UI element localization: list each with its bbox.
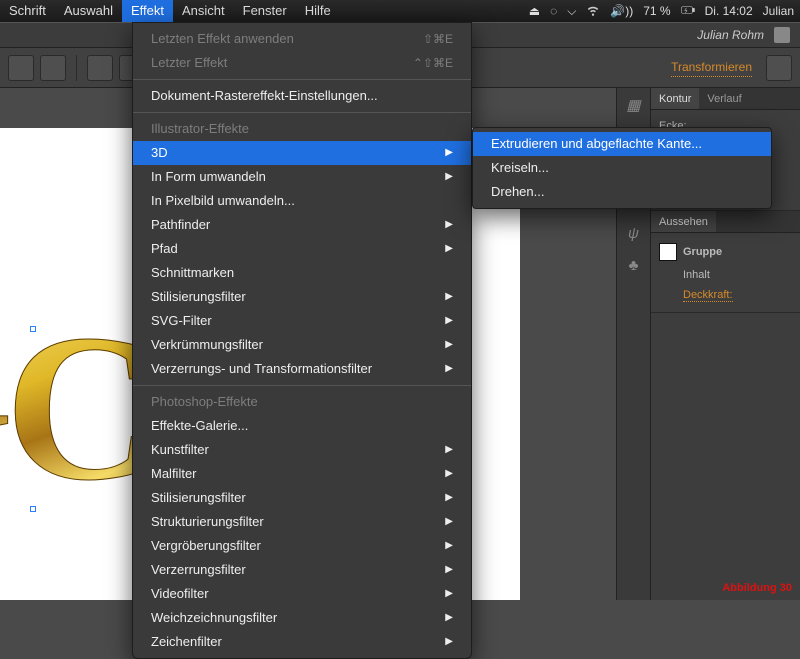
menu-item-weichzeichnungsfilter[interactable]: Weichzeichnungsfilter▶	[133, 606, 471, 630]
chevron-right-icon: ▶	[445, 288, 453, 306]
menubar-item-schrift[interactable]: Schrift	[0, 0, 55, 22]
effect-menu: Letzten Effekt anwenden⇧⌘E Letzter Effek…	[132, 22, 472, 659]
menu-item-verzerrungs-und-transformationsfilter[interactable]: Verzerrungs- und Transformationsfilter▶	[133, 357, 471, 381]
tool-button[interactable]	[766, 55, 792, 81]
menu-section-photoshop: Photoshop-Effekte	[133, 390, 471, 414]
content-label: Inhalt	[683, 269, 710, 281]
menu-section-illustrator: Illustrator-Effekte	[133, 117, 471, 141]
menu-last-effect: Letzter Effekt⌃⇧⌘E	[133, 51, 471, 75]
opacity-link[interactable]: Deckkraft:	[683, 289, 733, 302]
tool-button[interactable]	[40, 55, 66, 81]
menubar-item-fenster[interactable]: Fenster	[234, 0, 296, 22]
tab-stroke[interactable]: Kontur	[651, 88, 699, 109]
menu-item-strukturierungsfilter[interactable]: Strukturierungsfilter▶	[133, 510, 471, 534]
dropbox-icon: ⏏	[529, 4, 540, 18]
menu-item-pathfinder[interactable]: Pathfinder▶	[133, 213, 471, 237]
menu-item-videofilter[interactable]: Videofilter▶	[133, 582, 471, 606]
menubar-item-ansicht[interactable]: Ansicht	[173, 0, 234, 22]
user-name: Julian	[763, 4, 794, 18]
menu-apply-last: Letzten Effekt anwenden⇧⌘E	[133, 27, 471, 51]
menu-item-vergr-berungsfilter[interactable]: Vergröberungsfilter▶	[133, 534, 471, 558]
menu-item-stilisierungsfilter[interactable]: Stilisierungsfilter▶	[133, 285, 471, 309]
fill-swatch[interactable]	[659, 243, 677, 261]
swatches-icon[interactable]: ▦	[623, 94, 645, 116]
menu-item-zeichenfilter[interactable]: Zeichenfilter▶	[133, 630, 471, 654]
menubar-item-effekt[interactable]: Effekt	[122, 0, 173, 22]
submenu-item-extrudieren-und-abgeflachte-kante-[interactable]: Extrudieren und abgeflachte Kante...	[473, 132, 771, 156]
menu-item-kunstfilter[interactable]: Kunstfilter▶	[133, 438, 471, 462]
chevron-right-icon: ▶	[445, 561, 453, 579]
menu-item-svg-filter[interactable]: SVG-Filter▶	[133, 309, 471, 333]
menu-item-in-form-umwandeln[interactable]: In Form umwandeln▶	[133, 165, 471, 189]
menubar-item-hilfe[interactable]: Hilfe	[296, 0, 340, 22]
chevron-right-icon: ▶	[445, 168, 453, 186]
chevron-right-icon: ▶	[445, 336, 453, 354]
symbols-icon[interactable]: ♣	[623, 254, 645, 276]
clock: Di. 14:02	[705, 4, 753, 18]
tool-button[interactable]	[87, 55, 113, 81]
submenu-item-kreiseln-[interactable]: Kreiseln...	[473, 156, 771, 180]
links-icon[interactable]: ψ	[623, 222, 645, 244]
sync-icon: ◌	[550, 4, 557, 18]
avatar[interactable]	[774, 27, 790, 43]
battery-icon	[681, 3, 695, 20]
menu-item-3d[interactable]: 3D▶	[133, 141, 471, 165]
menu-item-verkr-mmungsfilter[interactable]: Verkrümmungsfilter▶	[133, 333, 471, 357]
chevron-right-icon: ▶	[445, 489, 453, 507]
menu-item-malfilter[interactable]: Malfilter▶	[133, 462, 471, 486]
mac-menubar: SchriftAuswahlEffektAnsichtFensterHilfe …	[0, 0, 800, 22]
tool-button[interactable]	[8, 55, 34, 81]
menu-item-stilisierungsfilter[interactable]: Stilisierungsfilter▶	[133, 486, 471, 510]
chevron-right-icon: ▶	[445, 216, 453, 234]
tab-appearance[interactable]: Aussehen	[651, 211, 716, 232]
volume-icon: 🔊))	[610, 4, 633, 18]
battery-percent: 71 %	[643, 4, 670, 18]
menu-item-in-pixelbild-umwandeln-[interactable]: In Pixelbild umwandeln...	[133, 189, 471, 213]
signed-in-user[interactable]: Julian Rohm	[697, 28, 764, 42]
menubar-item-auswahl[interactable]: Auswahl	[55, 0, 122, 22]
effect-3d-submenu: Extrudieren und abgeflachte Kante...Krei…	[472, 127, 772, 209]
chevron-right-icon: ▶	[445, 609, 453, 627]
chevron-right-icon: ▶	[445, 537, 453, 555]
tab-gradient[interactable]: Verlauf	[699, 88, 749, 109]
chevron-right-icon: ▶	[445, 585, 453, 603]
chevron-right-icon: ▶	[445, 513, 453, 531]
caption: Abbildung 30	[722, 582, 792, 594]
chevron-right-icon: ▶	[445, 240, 453, 258]
menu-item-pfad[interactable]: Pfad▶	[133, 237, 471, 261]
wifi-icon	[586, 3, 600, 20]
transform-link[interactable]: Transformieren	[671, 58, 752, 77]
group-label: Gruppe	[683, 246, 722, 258]
chevron-right-icon: ▶	[445, 312, 453, 330]
chevron-right-icon: ▶	[445, 441, 453, 459]
menubar-status: ⏏ ◌ ⌵ 🔊)) 71 % Di. 14:02 Julian	[529, 3, 800, 20]
chevron-right-icon: ▶	[445, 633, 453, 651]
submenu-item-drehen-[interactable]: Drehen...	[473, 180, 771, 204]
chevron-right-icon: ▶	[445, 465, 453, 483]
menu-raster-settings[interactable]: Dokument-Rastereffekt-Einstellungen...	[133, 84, 471, 108]
menu-item-effekte-galerie-[interactable]: Effekte-Galerie...	[133, 414, 471, 438]
chevron-right-icon: ▶	[445, 144, 453, 162]
menu-item-verzerrungsfilter[interactable]: Verzerrungsfilter▶	[133, 558, 471, 582]
menu-item-schnittmarken[interactable]: Schnittmarken	[133, 261, 471, 285]
chevron-right-icon: ▶	[445, 360, 453, 378]
bluetooth-icon: ⌵	[567, 4, 576, 19]
